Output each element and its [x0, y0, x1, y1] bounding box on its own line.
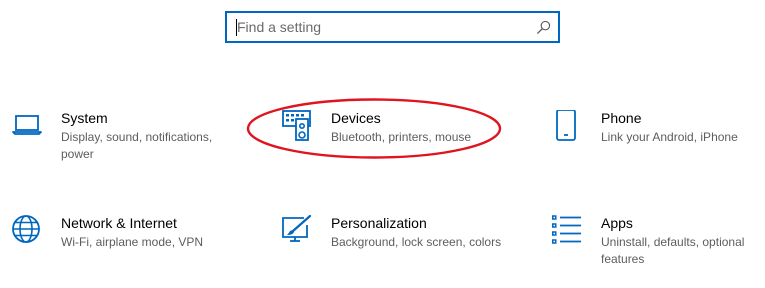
category-description: Link your Android, iPhone: [601, 130, 738, 144]
search-icon[interactable]: [536, 20, 551, 35]
search-input[interactable]: [227, 13, 558, 41]
paint-icon: [282, 215, 312, 242]
category-description: Background, lock screen, colors: [331, 235, 502, 249]
category-title: Phone: [601, 110, 642, 126]
category-description: Wi-Fi, airplane mode, VPN: [61, 235, 204, 249]
category-description: Display, sound, notifications, power: [61, 130, 213, 161]
category-personalization[interactable]: Personalization Background, lock screen,…: [282, 215, 512, 275]
globe-icon: [12, 215, 40, 243]
category-phone[interactable]: Phone Link your Android, iPhone: [552, 110, 762, 170]
category-description: Uninstall, defaults, optional features: [601, 235, 745, 266]
phone-icon: [556, 110, 576, 141]
category-description: Bluetooth, printers, mouse: [331, 130, 472, 144]
category-title: Apps: [601, 215, 633, 231]
text-caret: [236, 19, 237, 36]
category-apps[interactable]: Apps Uninstall, defaults, optional featu…: [552, 215, 762, 275]
category-title: Network & Internet: [61, 215, 177, 231]
category-network-internet[interactable]: Network & Internet Wi-Fi, airplane mode,…: [12, 215, 242, 275]
search-box[interactable]: [225, 11, 560, 43]
devices-icon: [282, 110, 311, 141]
category-title: System: [61, 110, 108, 126]
category-devices[interactable]: Devices Bluetooth, printers, mouse: [282, 110, 512, 170]
category-system[interactable]: System Display, sound, notifications, po…: [12, 110, 242, 170]
category-title: Personalization: [331, 215, 427, 231]
category-title: Devices: [331, 110, 381, 126]
apps-list-icon: [552, 215, 581, 244]
laptop-icon: [12, 115, 42, 135]
